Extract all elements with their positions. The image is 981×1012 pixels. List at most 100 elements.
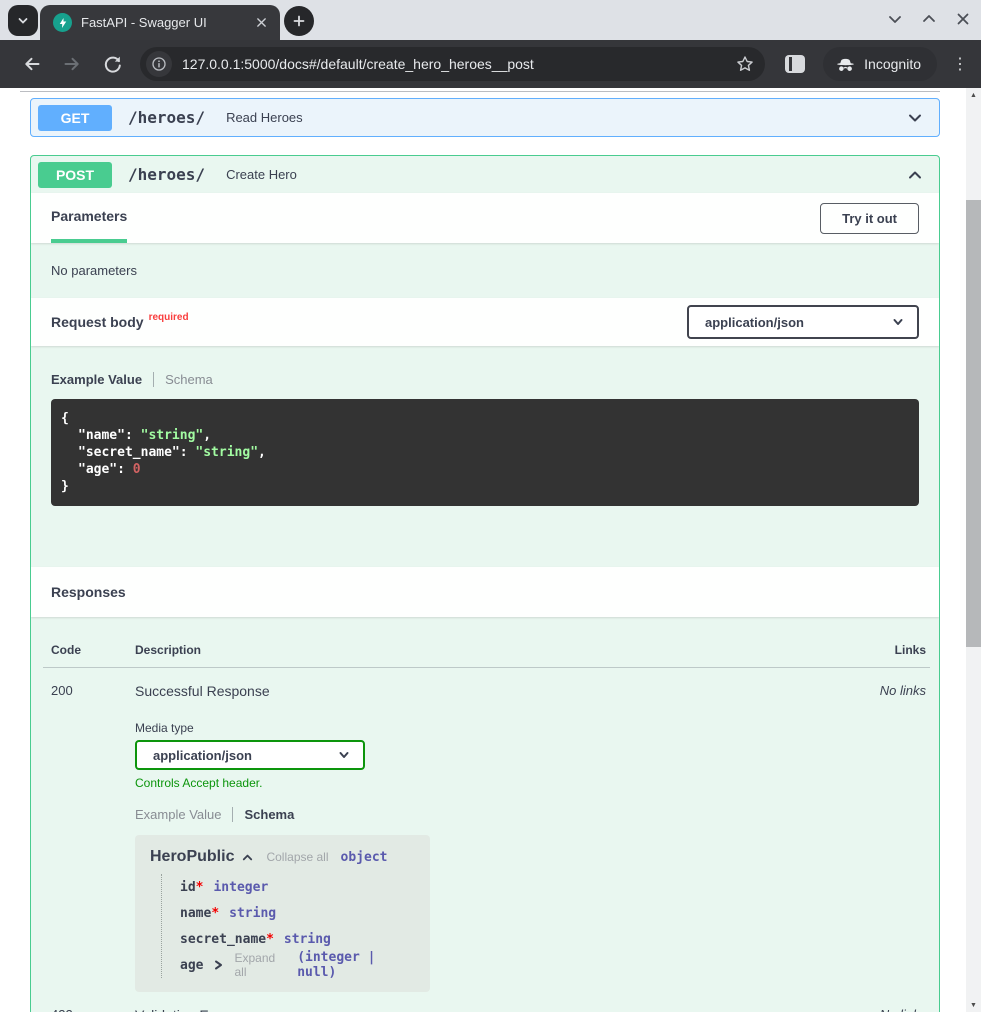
tab-schema[interactable]: Schema bbox=[244, 807, 294, 822]
required-star: * bbox=[196, 880, 204, 895]
response-tabs: Example Value Schema bbox=[135, 807, 838, 822]
post-summary-text: Create Hero bbox=[226, 167, 905, 182]
scrollbar-down-icon[interactable]: ▼ bbox=[966, 998, 981, 1012]
tab-parameters[interactable]: Parameters bbox=[51, 193, 127, 243]
reload-icon[interactable] bbox=[100, 52, 124, 76]
response-code: 200 bbox=[43, 683, 127, 992]
request-media-type-select[interactable]: application/json bbox=[687, 305, 919, 339]
new-tab-button[interactable] bbox=[284, 6, 314, 36]
property-name: secret_name* bbox=[180, 932, 274, 947]
page-content: GET /heroes/ Read Heroes POST /heroes/ C… bbox=[0, 88, 966, 1012]
tab-example-value[interactable]: Example Value bbox=[135, 807, 221, 822]
expand-chevron-down-icon[interactable] bbox=[905, 108, 925, 128]
property-type: (integer | null) bbox=[297, 950, 415, 980]
example-json-block[interactable]: { "name": "string", "secret_name": "stri… bbox=[51, 399, 919, 506]
property-name: id* bbox=[180, 880, 203, 895]
responses-title: Responses bbox=[51, 584, 126, 600]
response-links: No links bbox=[838, 683, 930, 992]
property-type: string bbox=[284, 932, 331, 947]
property-row: secret_name* string bbox=[180, 926, 415, 952]
back-icon[interactable] bbox=[20, 52, 44, 76]
tag-section-divider bbox=[20, 91, 940, 92]
tab-close-icon[interactable] bbox=[252, 14, 270, 32]
response-row-200: 200 Successful Response Media type appli… bbox=[43, 668, 930, 992]
chevron-down-icon bbox=[15, 13, 31, 29]
site-info-icon[interactable] bbox=[146, 51, 172, 77]
scrollbar-up-icon[interactable]: ▲ bbox=[966, 88, 981, 102]
property-row-age: age Expand all (integer | null) bbox=[180, 952, 415, 978]
opblock-post-summary[interactable]: POST /heroes/ Create Hero bbox=[31, 156, 939, 193]
json-line: "name": "string", bbox=[61, 427, 909, 444]
property-type: string bbox=[229, 906, 276, 921]
try-it-out-button[interactable]: Try it out bbox=[820, 203, 919, 234]
browser-toolbar: 127.0.0.1:5000/docs#/default/create_hero… bbox=[0, 40, 981, 88]
expand-all-link[interactable]: Expand all bbox=[234, 951, 287, 979]
opblock-get-summary[interactable]: GET /heroes/ Read Heroes bbox=[31, 99, 939, 136]
get-method-badge: GET bbox=[38, 105, 112, 131]
opblock-post-heroes: POST /heroes/ Create Hero Parameters Try… bbox=[30, 155, 940, 1012]
response-links: No links bbox=[838, 1007, 930, 1012]
expand-chevron-right-icon[interactable] bbox=[213, 959, 224, 971]
url-text[interactable]: 127.0.0.1:5000/docs#/default/create_hero… bbox=[182, 56, 735, 72]
window-controls bbox=[885, 9, 973, 29]
tab-schema[interactable]: Schema bbox=[165, 372, 213, 387]
fastapi-favicon-icon bbox=[53, 13, 72, 32]
post-method-badge: POST bbox=[38, 162, 112, 188]
property-row: name* string bbox=[180, 900, 415, 926]
window-minimize-icon[interactable] bbox=[885, 9, 905, 29]
menu-kebab-icon[interactable]: ⋮ bbox=[951, 54, 969, 74]
forward-icon[interactable] bbox=[60, 52, 84, 76]
window-close-icon[interactable] bbox=[953, 9, 973, 29]
response-media-type-select[interactable]: application/json bbox=[135, 740, 365, 770]
opblock-get-heroes: GET /heroes/ Read Heroes bbox=[30, 98, 940, 137]
required-flag: required bbox=[149, 312, 189, 323]
incognito-badge: Incognito bbox=[823, 47, 937, 81]
browser-tab[interactable]: FastAPI - Swagger UI bbox=[40, 5, 280, 40]
response-row-422: 422 Validation Error No links bbox=[43, 992, 930, 1012]
window-maximize-icon[interactable] bbox=[919, 9, 939, 29]
response-description: Successful Response bbox=[135, 683, 838, 699]
media-type-label: Media type bbox=[135, 721, 838, 735]
address-bar[interactable]: 127.0.0.1:5000/docs#/default/create_hero… bbox=[140, 47, 765, 81]
request-tabs: Example Value Schema bbox=[51, 372, 919, 387]
json-line: "secret_name": "string", bbox=[61, 444, 909, 461]
property-type: integer bbox=[213, 880, 268, 895]
parameters-title: Parameters bbox=[51, 208, 127, 224]
request-media-type-value: application/json bbox=[705, 315, 804, 330]
select-chevron-icon bbox=[337, 748, 351, 762]
col-links: Links bbox=[838, 643, 930, 657]
model-type: object bbox=[341, 850, 388, 865]
json-line: { bbox=[61, 410, 909, 427]
request-body-content: Example Value Schema { "name": "string",… bbox=[31, 346, 939, 567]
browser-titlebar: FastAPI - Swagger UI bbox=[0, 0, 981, 40]
required-star: * bbox=[211, 906, 219, 921]
bookmark-star-icon[interactable] bbox=[735, 54, 755, 74]
model-properties: id* integer name* string secret_name* st… bbox=[161, 874, 415, 978]
accept-header-hint: Controls Accept header. bbox=[135, 776, 838, 790]
collapse-all-link[interactable]: Collapse all bbox=[266, 850, 328, 864]
page-scrollbar[interactable]: ▲ ▼ bbox=[966, 88, 981, 1012]
response-description: Validation Error bbox=[127, 1007, 838, 1012]
incognito-label: Incognito bbox=[864, 56, 921, 72]
get-summary-text: Read Heroes bbox=[226, 110, 905, 125]
no-parameters-text: No parameters bbox=[31, 243, 939, 298]
responses-table-header: Code Description Links bbox=[43, 643, 930, 668]
tab-search-button[interactable] bbox=[8, 5, 38, 36]
required-star: * bbox=[266, 932, 274, 947]
side-panel-icon[interactable] bbox=[785, 55, 805, 73]
tab-separator bbox=[153, 372, 154, 387]
collapse-chevron-up-icon[interactable] bbox=[905, 165, 925, 185]
incognito-icon bbox=[835, 54, 856, 75]
request-body-header: Request body required application/json bbox=[31, 298, 939, 346]
responses-header: Responses bbox=[31, 567, 939, 617]
parameters-header: Parameters Try it out bbox=[31, 193, 939, 243]
property-name: age bbox=[180, 958, 203, 973]
model-toggle[interactable]: HeroPublic bbox=[150, 848, 254, 866]
property-row: id* integer bbox=[180, 874, 415, 900]
request-body-label: Request body bbox=[51, 314, 144, 330]
tab-example-value[interactable]: Example Value bbox=[51, 372, 142, 387]
response-code: 422 bbox=[43, 1007, 127, 1012]
scrollbar-thumb[interactable] bbox=[966, 200, 981, 647]
post-path: /heroes/ bbox=[128, 165, 205, 184]
model-name: HeroPublic bbox=[150, 848, 234, 866]
